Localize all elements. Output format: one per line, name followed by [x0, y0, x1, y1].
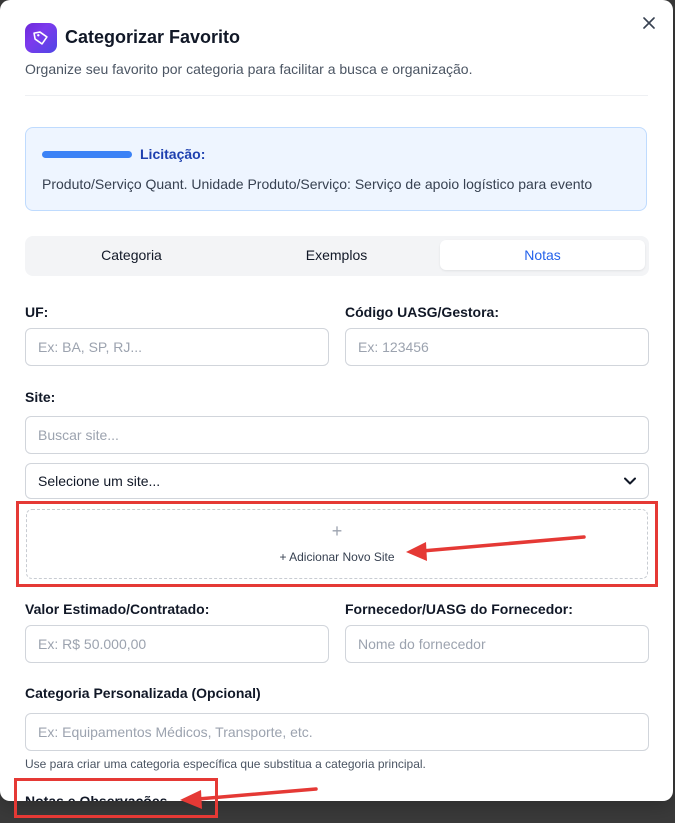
plus-icon: +: [331, 521, 343, 541]
licitacao-description: Produto/Serviço Quant. Unidade Produto/S…: [42, 176, 593, 192]
add-new-site-button[interactable]: + + Adicionar Novo Site: [26, 509, 648, 579]
chevron-down-icon: [624, 477, 636, 485]
licitacao-info-box: Licitação: Produto/Serviço Quant. Unidad…: [25, 127, 647, 211]
add-new-site-label: + Adicionar Novo Site: [279, 550, 395, 564]
licitacao-label: Licitação:: [140, 146, 206, 162]
fornecedor-label: Fornecedor/UASG do Fornecedor:: [345, 601, 573, 617]
valor-label: Valor Estimado/Contratado:: [25, 601, 210, 617]
close-icon[interactable]: [643, 17, 655, 29]
valor-input[interactable]: [25, 625, 329, 663]
tab-notas[interactable]: Notas: [440, 240, 645, 270]
categoria-helper-text: Use para criar uma categoria específica …: [25, 757, 426, 771]
tab-categoria[interactable]: Categoria: [29, 240, 234, 270]
categorize-favorite-dialog: Categorizar Favorito Organize seu favori…: [0, 0, 673, 801]
uf-label: UF:: [25, 304, 49, 320]
site-select[interactable]: Selecione um site...: [25, 463, 649, 499]
fornecedor-input[interactable]: [345, 625, 649, 663]
tab-bar: Categoria Exemplos Notas: [25, 236, 649, 276]
info-accent-bar: [42, 151, 132, 158]
notas-heading: Notas e Observações: [25, 793, 168, 801]
tag-icon: [25, 23, 57, 53]
uasg-label: Código UASG/Gestora:: [345, 304, 500, 320]
header-divider: [25, 95, 648, 96]
uf-input[interactable]: [25, 328, 329, 366]
dialog-subtitle: Organize seu favorito por categoria para…: [25, 61, 473, 77]
tab-exemplos[interactable]: Exemplos: [234, 240, 439, 270]
site-search-input[interactable]: [25, 416, 649, 454]
site-label: Site:: [25, 389, 56, 405]
categoria-personalizada-label: Categoria Personalizada (Opcional): [25, 685, 261, 701]
site-select-value: Selecione um site...: [38, 473, 161, 489]
dialog-title: Categorizar Favorito: [65, 27, 241, 47]
uasg-input[interactable]: [345, 328, 649, 366]
categoria-personalizada-input[interactable]: [25, 713, 649, 751]
close-button[interactable]: [638, 12, 660, 34]
